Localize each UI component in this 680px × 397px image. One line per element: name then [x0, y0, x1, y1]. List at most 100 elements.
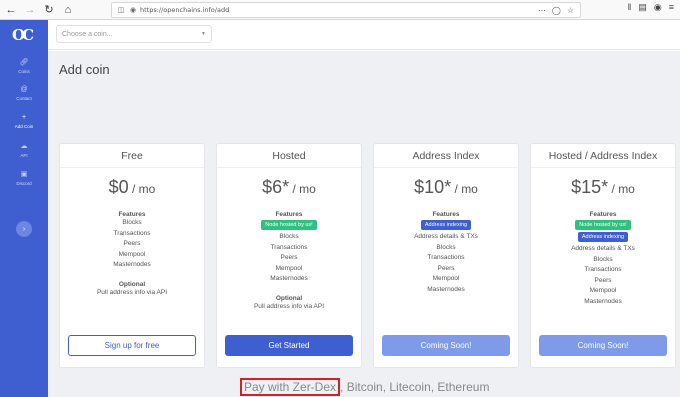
plus-icon: +: [21, 114, 27, 121]
optional-title: Optional: [118, 280, 146, 288]
plan-price: $6* / mo: [217, 177, 361, 198]
payment-methods-rest: , Bitcoin, Litecoin, Ethereum: [340, 380, 490, 394]
feature-item: Transactions: [427, 254, 465, 261]
bookmark-star-icon[interactable]: ☆: [567, 6, 574, 15]
price-period: / mo: [451, 182, 478, 196]
feature-item: Mempool: [589, 287, 617, 294]
feature-item: Mempool: [432, 275, 460, 282]
node-hosted-badge: Node hosted by us!: [261, 220, 317, 230]
home-icon[interactable]: ⌂: [60, 2, 76, 18]
plan-price: $10* / mo: [374, 177, 518, 198]
library-icon[interactable]: ‖: [628, 2, 632, 13]
plan-card-hosted-address-index: Hosted / Address Index $15* / mo Feature…: [530, 143, 676, 368]
plan-name: Address Index: [374, 144, 518, 168]
feature-item: Blocks: [122, 219, 142, 226]
feature-item: Peers: [280, 254, 298, 261]
forward-arrow-icon[interactable]: →: [22, 2, 38, 18]
optional-title: Optional: [275, 294, 303, 302]
at-icon: @: [20, 86, 28, 93]
browser-toolbar: ← → ↻ ⌂ ◫ ◉ https://openchains.info/add …: [0, 0, 680, 20]
feature-item: Transactions: [113, 229, 151, 237]
plan-card-free: Free $0 / mo Features Blocks Transaction…: [59, 143, 205, 368]
feature-item: Peers: [594, 276, 612, 284]
coin-select[interactable]: Choose a coin... ▼: [56, 25, 212, 43]
plan-card-hosted: Hosted $6* / mo Features Node hosted by …: [216, 143, 362, 368]
plan-price: $0 / mo: [60, 177, 204, 198]
plan-name: Free: [60, 144, 204, 168]
feature-item: Mempool: [275, 264, 303, 272]
price-amount: $15*: [571, 177, 609, 197]
feature-item: Blocks: [593, 255, 613, 263]
expand-sidebar-button[interactable]: ›: [16, 221, 32, 237]
sidebar-item-label: Coins: [18, 69, 30, 74]
feature-item: Masternodes: [584, 297, 622, 305]
lock-icon[interactable]: ◉: [128, 6, 138, 14]
price-period: / mo: [608, 182, 635, 196]
node-hosted-badge: Node hosted by us!: [575, 220, 631, 230]
price-period: / mo: [289, 182, 316, 196]
url-bar[interactable]: ◫ ◉ https://openchains.info/add ⋯ ◯ ☆: [111, 2, 581, 18]
discord-icon: ▣: [20, 171, 28, 178]
chevron-right-icon: ›: [22, 225, 26, 233]
main-content: Add coin Free $0 / mo Features Blocks Tr…: [48, 51, 680, 397]
menu-icon[interactable]: ≡: [669, 2, 674, 13]
reload-icon[interactable]: ↻: [41, 2, 57, 18]
url-text[interactable]: https://openchains.info/add: [140, 6, 538, 14]
cloud-icon: ☁: [20, 143, 28, 150]
sidebar: OC 🔗︎ Coins @ Contact + Add Coin ☁ API ▣…: [0, 20, 48, 397]
sidebar-item-contact[interactable]: @ Contact: [0, 86, 48, 101]
sidebar-item-add-coin[interactable]: + Add Coin: [0, 114, 48, 129]
sidebar-item-label: API: [20, 153, 28, 158]
chevron-down-icon: ▼: [201, 31, 206, 37]
price-period: / mo: [128, 182, 156, 196]
feature-item: Transactions: [584, 266, 622, 273]
coin-select-placeholder: Choose a coin...: [62, 30, 113, 38]
feature-item: Address details & TXs: [414, 233, 478, 240]
plan-name: Hosted: [217, 144, 361, 168]
feature-item: Address details & TXs: [571, 245, 635, 252]
sidebar-item-api[interactable]: ☁ API: [0, 142, 48, 158]
feature-item: Transactions: [270, 243, 308, 251]
plan-name: Hosted / Address Index: [531, 144, 675, 168]
page-actions-icon[interactable]: ⋯: [538, 6, 546, 15]
feature-item: Masternodes: [427, 285, 465, 293]
shield-icon[interactable]: ◫: [116, 6, 126, 14]
features-title: Features: [118, 211, 146, 218]
link-icon: 🔗︎: [19, 59, 29, 66]
top-bar: Choose a coin... ▼: [48, 20, 680, 50]
sign-up-free-button[interactable]: Sign up for free: [68, 335, 196, 356]
price-amount: $0: [108, 177, 129, 197]
coming-soon-button[interactable]: Coming Soon!: [539, 335, 667, 356]
price-amount: $10*: [414, 177, 452, 197]
sidebar-item-discord[interactable]: ▣ Discord: [0, 170, 48, 186]
feature-item: Masternodes: [270, 275, 308, 282]
feature-item: Peers: [123, 240, 141, 247]
optional-item: Pull address info via API: [96, 288, 168, 296]
sidebar-item-coins[interactable]: 🔗︎ Coins: [0, 58, 48, 74]
logo[interactable]: OC: [12, 26, 36, 44]
feature-item: Blocks: [279, 233, 299, 240]
zer-dex-highlight: Pay with Zer-Dex: [240, 378, 341, 396]
features-title: Features: [275, 211, 303, 218]
price-amount: $6*: [262, 177, 290, 197]
feature-item: Mempool: [118, 250, 146, 258]
sidebar-item-label: Contact: [16, 96, 32, 101]
address-indexing-badge: Address indexing: [420, 220, 472, 230]
sidebar-toggle-icon[interactable]: ▤: [638, 2, 647, 13]
coming-soon-button[interactable]: Coming Soon!: [382, 335, 510, 356]
payment-methods: Pay with Zer-Dex, Bitcoin, Litecoin, Eth…: [240, 378, 490, 396]
pocket-icon[interactable]: ◯: [552, 6, 561, 15]
sidebar-item-label: Add Coin: [14, 124, 34, 129]
feature-item: Blocks: [436, 243, 456, 251]
page-title: Add coin: [59, 62, 110, 77]
feature-item: Peers: [437, 264, 455, 272]
account-icon[interactable]: ◉: [654, 2, 662, 13]
plan-card-address-index: Address Index $10* / mo Features Address…: [373, 143, 519, 368]
features-title: Features: [432, 211, 460, 218]
features-title: Features: [589, 211, 617, 218]
back-arrow-icon[interactable]: ←: [3, 2, 19, 18]
address-indexing-badge: Address indexing: [577, 232, 629, 242]
sidebar-item-label: Discord: [16, 181, 32, 186]
get-started-button[interactable]: Get Started: [225, 335, 353, 356]
feature-item: Masternodes: [113, 261, 151, 268]
